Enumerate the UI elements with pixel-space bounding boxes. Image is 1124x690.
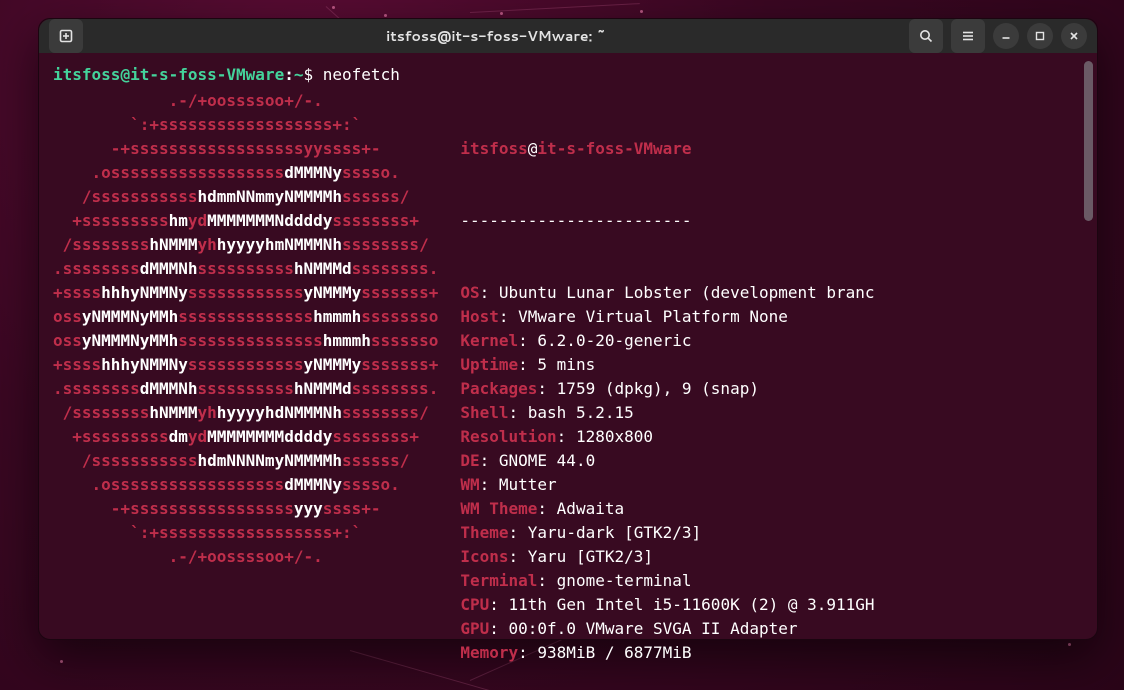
info-value: : 938MiB / 6877MiB <box>518 643 691 662</box>
info-label: WM Theme <box>460 499 537 518</box>
info-label: Uptime <box>460 355 518 374</box>
info-value: : GNOME 44.0 <box>480 451 596 470</box>
info-row: OS: Ubuntu Lunar Lobster (development br… <box>460 281 874 305</box>
search-button[interactable] <box>909 19 943 53</box>
info-label: Kernel <box>460 331 518 350</box>
window-title: itsfoss@it-s-foss-VMware: ~ <box>83 26 909 46</box>
info-label: Resolution <box>460 427 556 446</box>
terminal-body[interactable]: itsfoss@it-s-foss-VMware:~$ neofetch .-/… <box>39 53 1097 690</box>
terminal-window: itsfoss@it-s-foss-VMware: ~ itsfoss@it-s… <box>38 18 1098 640</box>
maximize-button[interactable] <box>1027 23 1053 49</box>
menu-button[interactable] <box>951 19 985 53</box>
info-row: Kernel: 6.2.0-20-generic <box>460 329 874 353</box>
info-label: CPU <box>460 595 489 614</box>
info-value: : Yaru-dark [GTK2/3] <box>509 523 702 542</box>
info-value: : 1759 (dpkg), 9 (snap) <box>537 379 759 398</box>
info-row: Terminal: gnome-terminal <box>460 569 874 593</box>
info-value: : 6.2.0-20-generic <box>518 331 691 350</box>
info-row: DE: GNOME 44.0 <box>460 449 874 473</box>
info-label: WM <box>460 475 479 494</box>
info-row: Memory: 938MiB / 6877MiB <box>460 641 874 665</box>
info-label: Packages <box>460 379 537 398</box>
info-value: : Ubuntu Lunar Lobster (development bran… <box>480 283 875 302</box>
info-row: Resolution: 1280x800 <box>460 425 874 449</box>
info-divider: ------------------------ <box>460 209 874 233</box>
minimize-button[interactable] <box>993 23 1019 49</box>
info-label: Shell <box>460 403 508 422</box>
info-value: : Yaru [GTK2/3] <box>509 547 654 566</box>
info-row: WM: Mutter <box>460 473 874 497</box>
titlebar: itsfoss@it-s-foss-VMware: ~ <box>39 19 1097 53</box>
info-label: Terminal <box>460 571 537 590</box>
info-row: Theme: Yaru-dark [GTK2/3] <box>460 521 874 545</box>
info-label: Host <box>460 307 499 326</box>
prompt-line: itsfoss@it-s-foss-VMware:~$ neofetch <box>53 63 1083 87</box>
prompt-user: itsfoss <box>53 65 120 84</box>
info-header: itsfoss@it-s-foss-VMware <box>460 137 874 161</box>
info-value: : 00:0f.0 VMware SVGA II Adapter <box>489 619 797 638</box>
info-row: WM Theme: Adwaita <box>460 497 874 521</box>
info-label: GPU <box>460 619 489 638</box>
info-row: Packages: 1759 (dpkg), 9 (snap) <box>460 377 874 401</box>
close-button[interactable] <box>1061 23 1087 49</box>
info-label: Memory <box>460 643 518 662</box>
info-label: DE <box>460 451 479 470</box>
info-label: Icons <box>460 547 508 566</box>
neofetch-info: itsfoss@it-s-foss-VMware ---------------… <box>460 89 874 690</box>
command-entered: neofetch <box>323 65 400 84</box>
info-value: : Mutter <box>480 475 557 494</box>
info-value: : Adwaita <box>537 499 624 518</box>
info-row: Host: VMware Virtual Platform None <box>460 305 874 329</box>
new-tab-button[interactable] <box>49 19 83 53</box>
info-row: CPU: 11th Gen Intel i5-11600K (2) @ 3.91… <box>460 593 874 617</box>
info-row: Icons: Yaru [GTK2/3] <box>460 545 874 569</box>
info-value: : 1280x800 <box>557 427 653 446</box>
info-row: Uptime: 5 mins <box>460 353 874 377</box>
neofetch-ascii-logo: .-/+oossssoo+/-. `:+ssssssssssssssssss+:… <box>53 89 438 690</box>
info-value: : 5 mins <box>518 355 595 374</box>
info-row: Shell: bash 5.2.15 <box>460 401 874 425</box>
info-row: GPU: 00:0f.0 VMware SVGA II Adapter <box>460 617 874 641</box>
info-value: : bash 5.2.15 <box>509 403 634 422</box>
info-value: : gnome-terminal <box>537 571 691 590</box>
info-label: Theme <box>460 523 508 542</box>
info-value: : 11th Gen Intel i5-11600K (2) @ 3.911GH <box>489 595 874 614</box>
info-label: OS <box>460 283 479 302</box>
scrollbar[interactable] <box>1084 61 1093 221</box>
prompt-host: it-s-foss-VMware <box>130 65 284 84</box>
info-value: : VMware Virtual Platform None <box>499 307 788 326</box>
